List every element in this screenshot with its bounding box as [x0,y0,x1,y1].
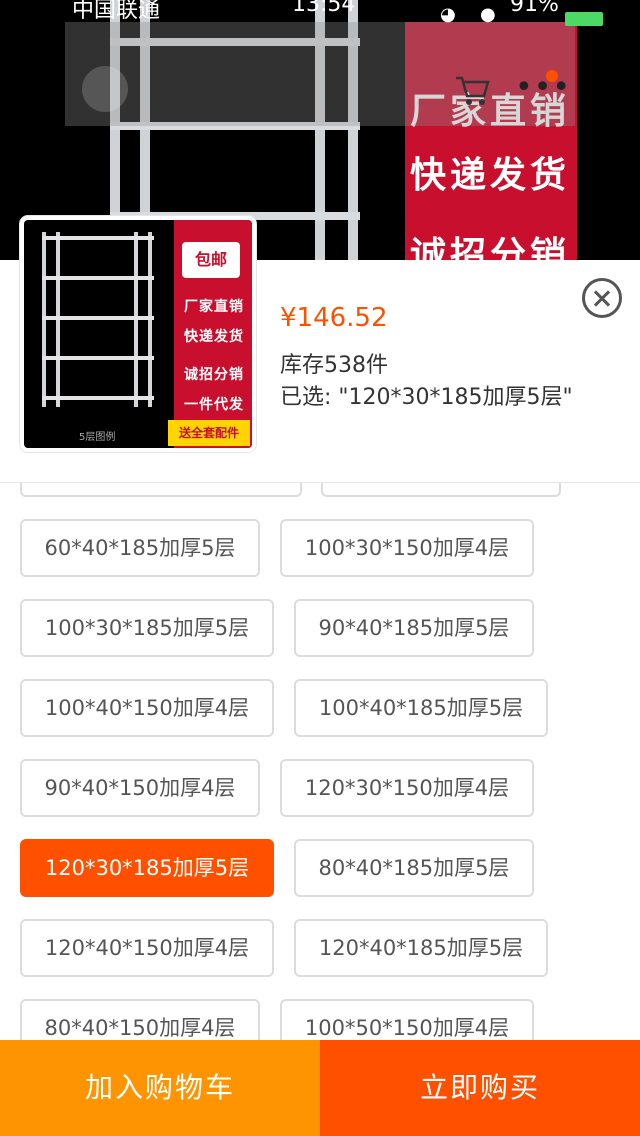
thumbnail-banner-line: 快递发货 [184,329,244,345]
option-button[interactable]: 100*50*150加厚4层 [280,999,534,1040]
status-bar: 中国联通 13:54 ◕ ● 91% [0,0,640,26]
option-button[interactable]: 120*30*150加厚4层 [280,759,534,817]
battery-icon [565,12,603,26]
thumbnail-banner-line: 一件代发 [184,397,244,413]
battery-percent: 91% [510,0,559,17]
add-to-cart-button[interactable]: 加入购物车 [0,1040,320,1136]
buy-now-button[interactable]: 立即购买 [320,1040,640,1136]
more-icon[interactable]: ••• [515,70,571,105]
option-button[interactable]: 80*40*150加厚4层 [20,999,260,1040]
stock-count: 库存538件 [280,353,388,378]
option-button[interactable]: 80*40*185加厚5层 [294,839,534,897]
back-icon[interactable]: ‹ [82,66,128,112]
option-button[interactable]: 100*30*185加厚5层 [20,599,274,657]
option-button[interactable]: 100*30*150加厚4层 [280,519,534,577]
option-button[interactable]: 90*40*185加厚5层 [294,599,534,657]
thumbnail-banner-line: 厂家直销 [184,299,244,315]
cart-icon[interactable] [452,70,492,110]
option-button-partial[interactable] [321,483,561,497]
option-button[interactable]: 100*40*150加厚4层 [20,679,274,737]
thumbnail-banner: 包邮 厂家直销 快递发货 诚招分销 一件代发 [174,220,252,448]
alarm-icon: ● [480,4,496,25]
option-button[interactable]: 60*40*185加厚5层 [20,519,260,577]
thumbnail-caption: 5层图例 [79,432,116,443]
status-time: 13:54 [292,0,356,17]
free-shipping-badge: 包邮 [182,242,240,278]
close-icon[interactable] [582,278,622,318]
accessories-badge: 送全套配件 [168,420,250,446]
option-button[interactable]: 120*40*150加厚4层 [20,919,274,977]
product-price: ¥146.52 [280,303,388,333]
thumbnail-banner-line: 诚招分销 [184,367,244,383]
rotation-lock-icon: ◕ [440,4,456,25]
background-navbar [65,22,575,126]
option-button[interactable]: 90*40*150加厚4层 [20,759,260,817]
product-thumbnail: 5层图例 包邮 厂家直销 快递发货 诚招分销 一件代发 送全套配件 [20,216,256,452]
carrier-label: 中国联通 [72,0,161,23]
sku-options: 60*40*185加厚5层 100*30*150加厚4层 100*30*185加… [0,483,640,1040]
option-button[interactable]: 120*40*185加厚5层 [294,919,548,977]
selected-sku: 已选: "120*30*185加厚5层" [280,385,573,410]
option-button-selected[interactable]: 120*30*185加厚5层 [20,839,274,897]
shelf-image [42,232,154,407]
option-button-partial[interactable] [20,483,302,497]
notification-dot [546,70,558,82]
option-button[interactable]: 100*40*185加厚5层 [294,679,548,737]
background-banner-line: 快递发货 [410,155,571,196]
